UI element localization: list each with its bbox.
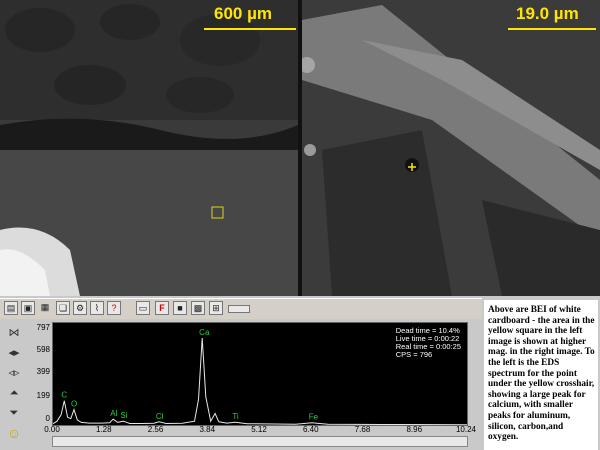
peak-label: Al (110, 409, 117, 418)
grid-icon[interactable]: ■ (173, 301, 187, 315)
cps: CPS = 796 (395, 350, 433, 359)
x-tick: 1.28 (95, 425, 112, 434)
eds-spectrum-plot[interactable]: C O Al Si Cl Ca Ti Fe Dead time = 10.4% Live ti… (52, 322, 468, 426)
spectrum-scrollbar[interactable] (52, 436, 468, 447)
caption-text: Above are BEI of white cardboard - the a… (484, 300, 598, 450)
peak-label: Fe (309, 413, 319, 422)
x-tick: 5.12 (251, 425, 267, 434)
shrink-horizontal-icon[interactable]: ◂▸ (6, 345, 22, 361)
scroll-left-right-icon[interactable]: ◃▹ (6, 365, 22, 381)
x-tick: 10.24 (455, 425, 477, 434)
sem-image-right-svg (302, 0, 600, 296)
copy-icon[interactable]: ❏ (56, 301, 70, 315)
smiley-icon[interactable]: ☺ (6, 425, 22, 441)
y-tick: 797 (36, 323, 50, 332)
peak-label: Ca (199, 328, 210, 337)
filter-icon[interactable]: F (155, 301, 169, 315)
x-tick: 0.00 (44, 425, 60, 434)
y-tick: 399 (36, 367, 50, 376)
peak-label: Si (120, 411, 127, 420)
y-tick: 0 (45, 414, 50, 423)
x-tick: 7.68 (354, 425, 371, 434)
print-icon[interactable]: ▦ (38, 301, 52, 315)
x-tick: 2.56 (147, 425, 164, 434)
label-icon[interactable]: ▭ (136, 301, 150, 315)
peak-label: C (61, 391, 67, 400)
map-icon[interactable]: ▩ (191, 301, 205, 315)
save-icon[interactable]: ▣ (21, 301, 35, 315)
x-tick: 6.40 (302, 425, 319, 434)
right-scale-bar (508, 28, 596, 30)
scale-down-icon[interactable]: ⏷ (6, 405, 22, 421)
scale-icon[interactable] (228, 305, 250, 313)
peak-label: O (71, 400, 77, 409)
peak-label: Ti (232, 412, 239, 421)
help-icon[interactable]: ? (107, 301, 121, 315)
left-scale-label: 600 µm (214, 4, 272, 23)
gear-icon[interactable]: ⚙ (73, 301, 87, 315)
x-tick: 3.84 (199, 425, 216, 434)
sem-image-low-mag: 600 µm (0, 0, 298, 296)
expand-horizontal-icon[interactable]: ⋈ (6, 325, 22, 341)
y-tick: 598 (36, 345, 50, 354)
spectrum-icon[interactable]: ⌇ (90, 301, 104, 315)
x-tick: 8.96 (406, 425, 423, 434)
peak-label: Cl (156, 412, 164, 421)
sem-image-left-svg (0, 0, 298, 296)
side-controls: ⋈ ◂▸ ◃▹ ⏶ ⏷ ☺ (0, 319, 28, 450)
sem-image-high-mag: 19.0 µm (302, 0, 600, 296)
open-icon[interactable]: ▤ (4, 301, 18, 315)
ruler-icon[interactable]: ⊞ (209, 301, 223, 315)
scale-up-icon[interactable]: ⏶ (6, 385, 22, 401)
toolbar: ▤ ▣ ▦ ❏ ⚙ ⌇ ? ▭ F ■ ▩ ⊞ (0, 298, 482, 319)
left-scale-bar (204, 28, 296, 30)
y-tick: 199 (36, 391, 50, 400)
acquisition-stats: Dead time = 10.4% Live time = 0:00:22 Re… (396, 327, 461, 359)
right-scale-label: 19.0 µm (516, 4, 579, 23)
